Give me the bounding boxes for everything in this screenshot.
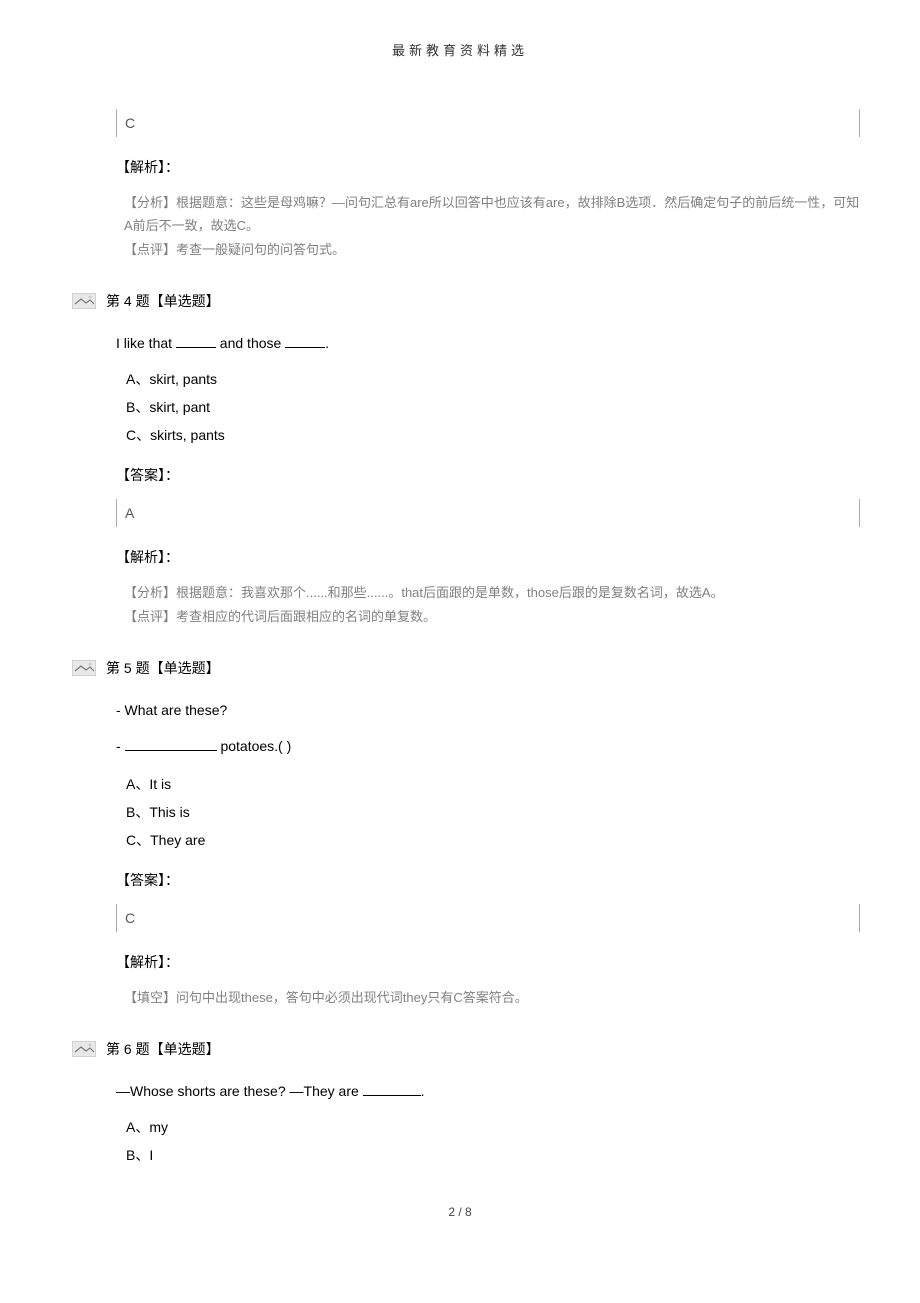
option-b: B、skirt, pant [126, 397, 860, 417]
stem-text: - [116, 738, 125, 754]
analysis-text: 【分析】根据题意：我喜欢那个......和那些......。that后面跟的是单… [116, 581, 860, 628]
question-icon [72, 660, 96, 676]
analysis-label: 【解析】： [116, 952, 860, 972]
page-footer: 2 / 8 [60, 1205, 860, 1219]
option-a: A、It is [126, 774, 860, 794]
option-b: B、I [126, 1145, 860, 1165]
answer-label: 【答案】： [116, 870, 860, 890]
page-header: 最新教育资料精选 [60, 40, 860, 59]
options-list: A、It is B、This is C、They are [126, 774, 860, 850]
option-c: C、skirts, pants [126, 425, 860, 445]
question-number: 第 4 题【单选题】 [106, 291, 220, 311]
analysis-text: 【分析】根据题意：这些是母鸡嘛？—问句汇总有are所以回答中也应该有are，故排… [116, 191, 860, 261]
stem-text: —Whose shorts are these? —They are [116, 1083, 363, 1099]
stem-text: and those [216, 335, 285, 351]
question-number: 第 5 题【单选题】 [106, 658, 220, 678]
blank [176, 347, 216, 348]
option-a: A、my [126, 1117, 860, 1137]
question-header: 第 4 题【单选题】 [72, 291, 860, 311]
blank [125, 750, 217, 751]
analysis-line: 【分析】根据题意：我喜欢那个......和那些......。that后面跟的是单… [124, 581, 860, 604]
analysis-label: 【解析】： [116, 157, 860, 177]
blank [363, 1095, 421, 1096]
answer-label: 【答案】： [116, 465, 860, 485]
question-stem: I like that and those . [116, 335, 860, 351]
stem-text: I like that [116, 335, 176, 351]
question-icon [72, 293, 96, 309]
question-number: 第 6 题【单选题】 [106, 1039, 220, 1059]
answer-box: C [116, 109, 860, 137]
analysis-line: 【分析】根据题意：这些是母鸡嘛？—问句汇总有are所以回答中也应该有are，故排… [124, 191, 860, 238]
stem-text: potatoes.( ) [217, 738, 292, 754]
stem-text: . [325, 335, 329, 351]
analysis-label: 【解析】： [116, 547, 860, 567]
question-header: 第 6 题【单选题】 [72, 1039, 860, 1059]
answer-box: A [116, 499, 860, 527]
stem-line: - potatoes.( ) [116, 738, 860, 754]
answer-box: C [116, 904, 860, 932]
analysis-line: 【点评】考查相应的代词后面跟相应的名词的单复数。 [124, 605, 860, 628]
stem-line: - What are these? [116, 702, 860, 718]
question-header: 第 5 题【单选题】 [72, 658, 860, 678]
analysis-line: 【填空】问句中出现these，答句中必须出现代词they只有C答案符合。 [124, 986, 860, 1009]
options-list: A、skirt, pants B、skirt, pant C、skirts, p… [126, 369, 860, 445]
stem-text: . [421, 1083, 425, 1099]
question-icon [72, 1041, 96, 1057]
question-stem: —Whose shorts are these? —They are . [116, 1083, 860, 1099]
option-b: B、This is [126, 802, 860, 822]
analysis-line: 【点评】考查一般疑问句的问答句式。 [124, 238, 860, 261]
options-list: A、my B、I [126, 1117, 860, 1165]
analysis-text: 【填空】问句中出现these，答句中必须出现代词they只有C答案符合。 [116, 986, 860, 1009]
question-stem: - What are these? - potatoes.( ) [116, 702, 860, 754]
option-c: C、They are [126, 830, 860, 850]
option-a: A、skirt, pants [126, 369, 860, 389]
blank [285, 347, 325, 348]
